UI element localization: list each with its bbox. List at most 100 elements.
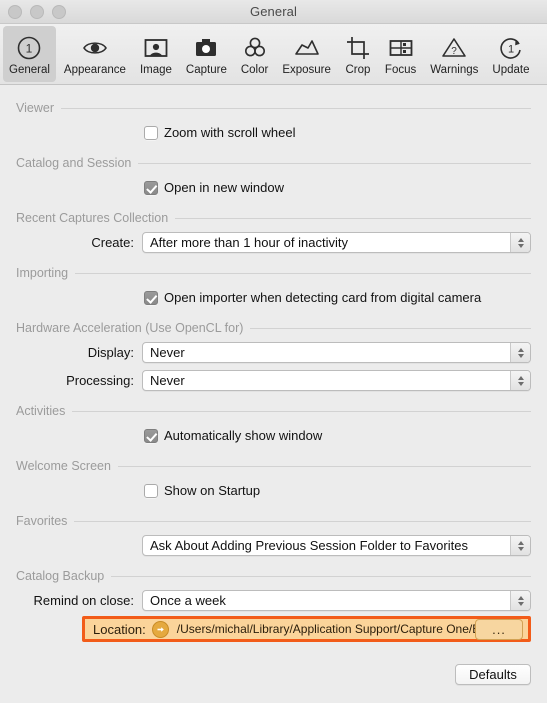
label-remind-on-close: Remind on close:	[33, 593, 134, 608]
tab-capture[interactable]: Capture	[180, 26, 233, 82]
section-header-favorites: Favorites	[16, 512, 531, 530]
section-header-activities: Activities	[16, 402, 531, 420]
section-header-welcome-screen: Welcome Screen	[16, 457, 531, 475]
tab-exposure[interactable]: Exposure	[276, 26, 337, 82]
section-header-catalog-session: Catalog and Session	[16, 154, 531, 172]
row-zoom-scroll-wheel[interactable]: Zoom with scroll wheel	[16, 120, 531, 145]
camera-icon	[193, 33, 219, 63]
label-open-new-window: Open in new window	[164, 180, 284, 195]
portrait-frame-icon	[143, 33, 169, 63]
eye-icon	[81, 33, 109, 63]
arrow-right-circle-icon[interactable]	[151, 620, 169, 638]
preferences-content: Viewer Zoom with scroll wheel Catalog an…	[0, 85, 547, 642]
section-title-hardware-acceleration: Hardware Acceleration (Use OpenCL for)	[16, 321, 244, 335]
section-header-hardware-acceleration: Hardware Acceleration (Use OpenCL for)	[16, 319, 531, 337]
select-display[interactable]: Never	[142, 342, 531, 363]
section-divider	[74, 520, 531, 522]
location-path-value: /Users/michal/Library/Application Suppor…	[176, 622, 475, 636]
window-title: General	[250, 4, 297, 19]
label-location: Location:	[93, 621, 146, 637]
tab-update-label: Update	[492, 64, 530, 76]
tab-general-label: General	[9, 64, 50, 76]
tab-image[interactable]: Image	[134, 26, 178, 82]
select-favorites-behavior[interactable]: Ask About Adding Previous Session Folder…	[142, 535, 531, 556]
minimize-button[interactable]	[30, 4, 44, 19]
location-row-highlight: Location: /Users/michal/Library/Applicat…	[82, 616, 531, 642]
section-header-importing: Importing	[16, 264, 531, 282]
tab-image-label: Image	[139, 64, 172, 76]
section-header-recent-captures: Recent Captures Collection	[16, 209, 531, 227]
svg-text:1: 1	[26, 42, 33, 56]
tab-crop[interactable]: Crop	[339, 26, 377, 82]
checkbox-zoom-scroll-wheel[interactable]	[144, 125, 158, 140]
section-title-recent-captures: Recent Captures Collection	[16, 211, 169, 225]
label-create: Create:	[91, 235, 134, 250]
circle-one-icon: 1	[16, 33, 42, 63]
footer-actions: Defaults	[455, 664, 531, 685]
select-favorites-behavior-value: Ask About Adding Previous Session Folder…	[150, 538, 468, 553]
curve-icon	[293, 33, 321, 63]
label-zoom-scroll-wheel: Zoom with scroll wheel	[164, 125, 296, 140]
select-remind-on-close[interactable]: Once a week	[142, 590, 531, 611]
crop-icon	[345, 33, 371, 63]
section-title-favorites: Favorites	[16, 514, 68, 528]
label-open-importer: Open importer when detecting card from d…	[164, 290, 482, 305]
tab-color[interactable]: Color	[235, 26, 274, 82]
row-display: Display: Never	[16, 340, 531, 365]
tab-update[interactable]: 1 Update	[486, 26, 535, 82]
section-title-catalog-backup: Catalog Backup	[16, 569, 105, 583]
close-button[interactable]	[8, 4, 22, 19]
chevron-updown-icon[interactable]	[510, 233, 530, 252]
row-create: Create: After more than 1 hour of inacti…	[16, 230, 531, 255]
preferences-window: General 1 General Appearance Image Captu…	[0, 0, 547, 703]
checkbox-open-importer[interactable]	[144, 290, 158, 305]
row-auto-show-window[interactable]: Automatically show window	[16, 423, 531, 448]
zoom-button[interactable]	[52, 4, 66, 19]
tab-general[interactable]: 1 General	[3, 26, 56, 82]
label-processing: Processing:	[66, 373, 134, 388]
tab-capture-label: Capture	[185, 64, 227, 76]
section-header-catalog-backup: Catalog Backup	[16, 567, 531, 585]
tab-appearance[interactable]: Appearance	[58, 26, 132, 82]
tab-focus[interactable]: Focus	[379, 26, 422, 82]
chevron-updown-icon[interactable]	[510, 371, 530, 390]
section-title-welcome-screen: Welcome Screen	[16, 459, 111, 473]
chevron-updown-icon[interactable]	[510, 343, 530, 362]
row-processing: Processing: Never	[16, 368, 531, 393]
section-title-viewer: Viewer	[16, 101, 54, 115]
checkbox-open-new-window[interactable]	[144, 180, 158, 195]
section-divider	[60, 107, 531, 109]
section-divider	[72, 410, 531, 412]
chevron-updown-icon[interactable]	[510, 536, 530, 555]
section-divider	[175, 217, 531, 219]
tab-exposure-label: Exposure	[282, 64, 331, 76]
section-divider	[138, 162, 531, 164]
select-processing[interactable]: Never	[142, 370, 531, 391]
row-favorites-behavior: Ask About Adding Previous Session Folder…	[16, 533, 531, 558]
defaults-button[interactable]: Defaults	[455, 664, 531, 685]
row-show-on-startup[interactable]: Show on Startup	[16, 478, 531, 503]
traffic-lights	[8, 4, 66, 19]
label-auto-show-window: Automatically show window	[164, 428, 323, 443]
focus-grid-icon	[388, 33, 414, 63]
three-circles-icon	[242, 33, 268, 63]
row-open-new-window[interactable]: Open in new window	[16, 175, 531, 200]
select-remind-on-close-value: Once a week	[150, 593, 226, 608]
select-processing-value: Never	[150, 373, 185, 388]
browse-location-button[interactable]: ...	[475, 618, 523, 640]
section-title-importing: Importing	[16, 266, 69, 280]
tab-warnings-label: Warnings	[430, 64, 479, 76]
select-create[interactable]: After more than 1 hour of inactivity	[142, 232, 531, 253]
warning-triangle-icon: ?	[441, 33, 467, 63]
checkbox-auto-show-window[interactable]	[144, 428, 158, 443]
chevron-updown-icon[interactable]	[510, 591, 530, 610]
select-display-value: Never	[150, 345, 185, 360]
label-show-on-startup: Show on Startup	[164, 483, 261, 498]
row-open-importer[interactable]: Open importer when detecting card from d…	[16, 285, 531, 310]
tab-appearance-label: Appearance	[63, 64, 126, 76]
tab-color-label: Color	[240, 64, 269, 76]
window-titlebar: General	[0, 0, 547, 24]
section-divider	[111, 575, 531, 577]
tab-warnings[interactable]: ? Warnings	[424, 26, 484, 82]
checkbox-show-on-startup[interactable]	[144, 483, 158, 498]
